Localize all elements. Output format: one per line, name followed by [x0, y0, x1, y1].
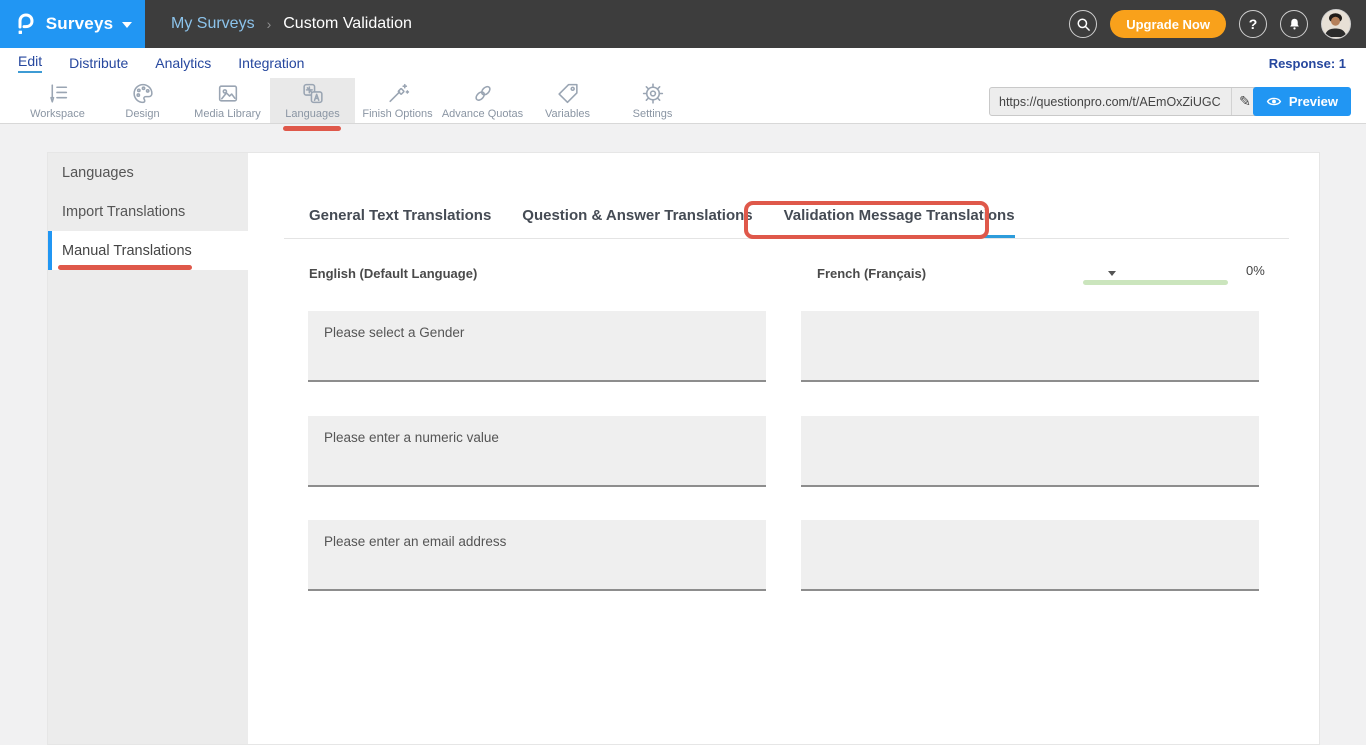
target-text-email[interactable] — [801, 520, 1259, 591]
product-name: Surveys — [46, 14, 114, 34]
header-actions: Upgrade Now ? — [1069, 9, 1366, 39]
nav-tab-distribute[interactable]: Distribute — [69, 55, 128, 71]
toolbar-label: Advance Quotas — [442, 108, 523, 120]
breadcrumb: My Surveys › Custom Validation — [171, 15, 412, 33]
toolbar-label: Workspace — [30, 108, 85, 120]
toolbar-label: Media Library — [194, 108, 261, 120]
app-header: Surveys My Surveys › Custom Validation U… — [0, 0, 1366, 48]
bell-icon — [1287, 16, 1302, 32]
preview-label: Preview — [1289, 94, 1338, 109]
toolbar-finish-options[interactable]: Finish Options — [355, 78, 440, 123]
chevron-down-icon — [1108, 271, 1116, 276]
toolbar-label: Finish Options — [362, 108, 432, 120]
manual-translations-main: General Text Translations Question & Ans… — [248, 153, 1319, 744]
finish-options-icon — [385, 81, 411, 106]
toolbar-settings[interactable]: Settings — [610, 78, 695, 123]
sidebar-item-import-translations[interactable]: Import Translations — [48, 192, 248, 231]
translation-progress-bar — [1083, 280, 1228, 285]
nav-tab-edit[interactable]: Edit — [18, 53, 42, 73]
annotation-underline-languages — [283, 126, 341, 131]
source-text-gender: Please select a Gender — [308, 311, 766, 382]
nav-tab-analytics[interactable]: Analytics — [155, 55, 211, 71]
toolbar-advance-quotas[interactable]: Advance Quotas — [440, 78, 525, 123]
pencil-icon: ✎ — [1239, 93, 1251, 110]
search-icon — [1076, 17, 1091, 32]
breadcrumb-separator-icon: › — [267, 16, 272, 32]
toolbar-label: Settings — [633, 108, 673, 120]
translation-progress-percent: 0% — [1246, 263, 1265, 278]
chevron-down-icon — [122, 22, 132, 28]
upgrade-now-button[interactable]: Upgrade Now — [1110, 10, 1226, 38]
tab-question-answer-translations[interactable]: Question & Answer Translations — [522, 207, 752, 238]
user-avatar[interactable] — [1321, 9, 1351, 39]
languages-panel: Languages Import Translations Manual Tra… — [47, 152, 1320, 745]
avatar-photo — [1322, 10, 1349, 37]
toolbar-media-library[interactable]: Media Library — [185, 78, 270, 123]
toolbar-label: Variables — [545, 108, 590, 120]
breadcrumb-my-surveys[interactable]: My Surveys — [171, 15, 255, 33]
toolbar-workspace[interactable]: Workspace — [15, 78, 100, 123]
toolbar-variables[interactable]: Variables — [525, 78, 610, 123]
variables-icon — [555, 81, 581, 106]
toolbar-languages[interactable]: Languages — [270, 78, 355, 123]
notifications-button[interactable] — [1280, 10, 1308, 38]
nav-tab-integration[interactable]: Integration — [238, 55, 304, 71]
toolbar-label: Design — [125, 108, 159, 120]
search-button[interactable] — [1069, 10, 1097, 38]
languages-icon — [300, 81, 326, 106]
edit-toolbar: Workspace Design Media Library — [0, 78, 1366, 124]
advance-quotas-icon — [470, 81, 496, 106]
preview-button[interactable]: Preview — [1253, 87, 1351, 116]
target-language-select[interactable]: French (Français) — [817, 266, 1116, 281]
response-count[interactable]: Response: 1 — [1269, 56, 1366, 71]
tabs-divider — [284, 238, 1289, 239]
tab-general-text-translations[interactable]: General Text Translations — [309, 207, 491, 238]
target-language-label: French (Français) — [817, 266, 926, 281]
translation-tabs: General Text Translations Question & Ans… — [309, 207, 1015, 238]
sidebar-item-manual-translations[interactable]: Manual Translations — [48, 231, 248, 270]
settings-icon — [640, 81, 666, 106]
breadcrumb-current: Custom Validation — [283, 15, 412, 33]
toolbar-design[interactable]: Design — [100, 78, 185, 123]
questionpro-logo — [13, 11, 37, 37]
question-mark-icon: ? — [1249, 16, 1258, 32]
workspace-icon — [45, 81, 71, 106]
help-button[interactable]: ? — [1239, 10, 1267, 38]
tab-validation-message-translations[interactable]: Validation Message Translations — [784, 207, 1015, 238]
target-text-numeric[interactable] — [801, 416, 1259, 487]
sidebar-item-languages[interactable]: Languages — [48, 153, 248, 192]
target-text-gender[interactable] — [801, 311, 1259, 382]
survey-url-bar: ✎ — [989, 87, 1259, 116]
source-text-numeric: Please enter a numeric value — [308, 416, 766, 487]
toolbar-label: Languages — [285, 108, 339, 120]
survey-url-input[interactable] — [990, 88, 1231, 115]
source-language-header: English (Default Language) — [309, 266, 477, 281]
design-icon — [130, 81, 156, 106]
media-library-icon — [215, 81, 241, 106]
survey-nav: Edit Distribute Analytics Integration Re… — [0, 48, 1366, 78]
source-text-email: Please enter an email address — [308, 520, 766, 591]
questionpro-app: Surveys My Surveys › Custom Validation U… — [0, 0, 1366, 745]
eye-icon — [1266, 96, 1282, 107]
translations-sidebar: Languages Import Translations Manual Tra… — [48, 153, 248, 744]
product-switcher[interactable]: Surveys — [0, 0, 145, 48]
